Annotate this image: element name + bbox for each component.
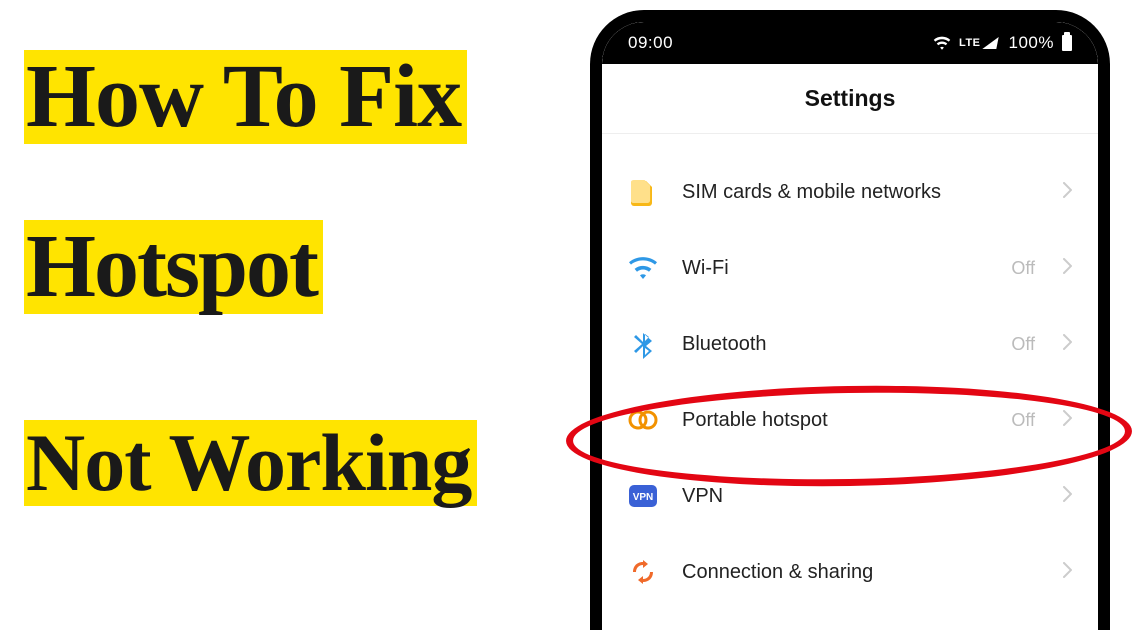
row-value: Off	[1011, 334, 1035, 355]
cell-signal-icon	[982, 37, 1005, 49]
chevron-right-icon	[1063, 182, 1072, 203]
network-type-label: LTE	[959, 37, 980, 49]
row-value: Off	[1011, 410, 1035, 431]
chevron-right-icon	[1063, 334, 1072, 355]
page-title: Settings	[602, 64, 1098, 134]
hotspot-icon	[628, 405, 658, 435]
battery-icon	[1062, 35, 1072, 51]
chevron-right-icon	[1063, 410, 1072, 431]
row-sim[interactable]: SIM cards & mobile networks	[602, 154, 1098, 230]
chevron-right-icon	[1063, 562, 1072, 583]
row-vpn[interactable]: VPN VPN	[602, 458, 1098, 534]
row-value: Off	[1011, 258, 1035, 279]
headline-line-2: Hotspot	[24, 220, 323, 314]
bluetooth-icon	[628, 329, 658, 359]
headline-line-3: Not Working	[24, 420, 477, 506]
chevron-right-icon	[1063, 258, 1072, 279]
row-hotspot[interactable]: Portable hotspot Off	[602, 382, 1098, 458]
status-time: 09:00	[628, 33, 673, 53]
status-bar: 09:00 LTE 100%	[602, 22, 1098, 64]
row-label: Portable hotspot	[682, 409, 987, 432]
wifi-icon	[628, 253, 658, 283]
settings-list: SIM cards & mobile networks Wi-Fi Off	[602, 134, 1098, 610]
svg-text:VPN: VPN	[633, 492, 654, 503]
row-wifi[interactable]: Wi-Fi Off	[602, 230, 1098, 306]
row-label: Wi-Fi	[682, 257, 987, 280]
row-label: VPN	[682, 485, 1011, 508]
sim-card-icon	[628, 177, 658, 207]
row-label: Connection & sharing	[682, 561, 1011, 584]
battery-percent: 100%	[1009, 33, 1054, 53]
row-sharing[interactable]: Connection & sharing	[602, 534, 1098, 610]
phone-frame: 09:00 LTE 100% Settings SIM cards & mobi	[590, 10, 1110, 630]
headline-line-1: How To Fix	[24, 50, 467, 144]
page-title-text: Settings	[805, 85, 896, 112]
phone-screen: 09:00 LTE 100% Settings SIM cards & mobi	[602, 22, 1098, 630]
row-label: Bluetooth	[682, 333, 987, 356]
chevron-right-icon	[1063, 486, 1072, 507]
status-right-cluster: LTE 100%	[933, 33, 1072, 53]
sharing-icon	[628, 557, 658, 587]
row-bluetooth[interactable]: Bluetooth Off	[602, 306, 1098, 382]
wifi-signal-icon	[933, 36, 951, 50]
row-label: SIM cards & mobile networks	[682, 181, 1011, 204]
vpn-icon: VPN	[628, 481, 658, 511]
